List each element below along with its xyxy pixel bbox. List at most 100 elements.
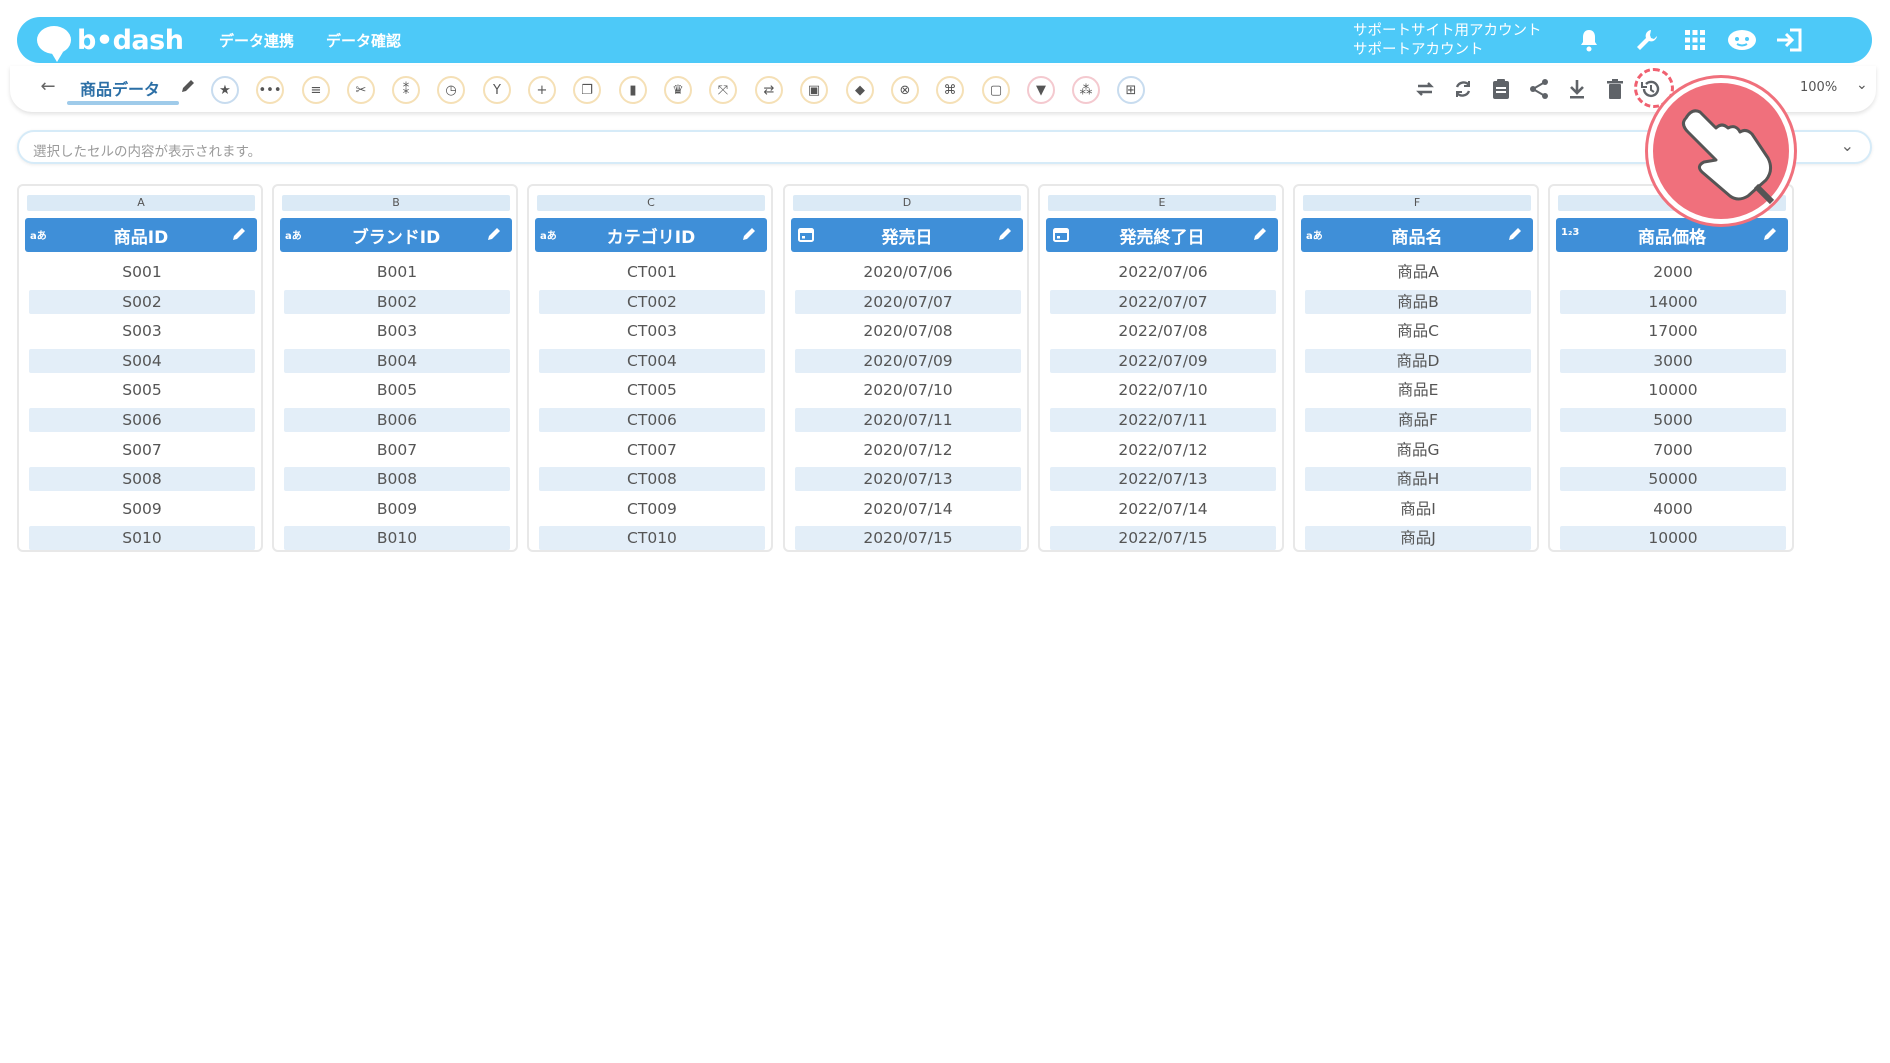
column-header[interactable]: aあ カテゴリID: [535, 218, 767, 252]
table-cell[interactable]: S001: [29, 260, 255, 284]
table-cell[interactable]: S002: [29, 289, 255, 314]
table-cell[interactable]: 2022/07/14: [1050, 497, 1276, 521]
column-letter[interactable]: B: [282, 195, 510, 211]
table-cell[interactable]: B009: [284, 497, 510, 521]
table-cell[interactable]: 2020/07/15: [795, 526, 1021, 551]
pencil-edit-icon[interactable]: [1252, 226, 1270, 244]
sheet-name[interactable]: 商品データ: [80, 76, 160, 100]
arrow-left-icon[interactable]: ←: [37, 76, 59, 98]
bell-icon[interactable]: [1573, 24, 1605, 56]
pencil-edit-icon[interactable]: [231, 226, 249, 244]
table-cell[interactable]: CT008: [539, 467, 765, 492]
pencil-icon[interactable]: [179, 77, 201, 99]
table-cell[interactable]: 2020/07/09: [795, 348, 1021, 373]
repeat-icon[interactable]: [1412, 76, 1438, 102]
table-cell[interactable]: 商品F: [1305, 407, 1531, 432]
table-cell[interactable]: CT010: [539, 526, 765, 551]
column-letter[interactable]: F: [1303, 195, 1531, 211]
table-cell[interactable]: S006: [29, 407, 255, 432]
copy-icon[interactable]: ❐: [573, 76, 601, 104]
column-header[interactable]: 発売終了日: [1046, 218, 1278, 252]
download-icon[interactable]: [1564, 76, 1590, 102]
table-cell[interactable]: S004: [29, 348, 255, 373]
transform-icon[interactable]: ⇄: [755, 76, 783, 104]
lock-icon[interactable]: ▣: [800, 76, 828, 104]
table-cell[interactable]: 10000: [1560, 526, 1786, 551]
table-cell[interactable]: 2022/07/10: [1050, 378, 1276, 402]
table-cell[interactable]: 3000: [1560, 348, 1786, 373]
column-remove-icon[interactable]: ⁑: [392, 76, 420, 104]
table-cell[interactable]: 2022/07/08: [1050, 319, 1276, 343]
logo[interactable]: b•dash: [37, 25, 187, 62]
chevron-down-icon[interactable]: ⌄: [1841, 136, 1854, 155]
column-header[interactable]: aあ ブランドID: [280, 218, 512, 252]
table-cell[interactable]: 10000: [1560, 378, 1786, 402]
table-cell[interactable]: CT001: [539, 260, 765, 284]
timer-icon[interactable]: ◷: [437, 76, 465, 104]
zoom-chevron-down-icon[interactable]: ⌄: [1856, 77, 1868, 93]
column-letter[interactable]: A: [27, 195, 255, 211]
table-cell[interactable]: B008: [284, 467, 510, 492]
frame-icon[interactable]: ▢: [982, 76, 1010, 104]
table-cell[interactable]: 2020/07/06: [795, 260, 1021, 284]
pencil-edit-icon[interactable]: [997, 226, 1015, 244]
table-cell[interactable]: CT003: [539, 319, 765, 343]
pencil-edit-icon[interactable]: [1762, 226, 1780, 244]
zoom-level[interactable]: 100%: [1800, 80, 1837, 95]
table-cell[interactable]: 商品G: [1305, 438, 1531, 462]
table-cell[interactable]: 2020/07/07: [795, 289, 1021, 314]
table-cell[interactable]: B002: [284, 289, 510, 314]
table-cell[interactable]: 2022/07/11: [1050, 407, 1276, 432]
table-cell[interactable]: B004: [284, 348, 510, 373]
table-cell[interactable]: 2020/07/11: [795, 407, 1021, 432]
table-cell[interactable]: 商品B: [1305, 289, 1531, 314]
table-cell[interactable]: 2000: [1560, 260, 1786, 284]
table-cell[interactable]: 2022/07/09: [1050, 348, 1276, 373]
pencil-edit-icon[interactable]: [486, 226, 504, 244]
apps-grid-icon[interactable]: [1679, 24, 1711, 56]
nav-data-check[interactable]: データ確認: [326, 30, 401, 51]
table-cell[interactable]: CT002: [539, 289, 765, 314]
trash-icon[interactable]: ▮: [619, 76, 647, 104]
nav-data-integration[interactable]: データ連携: [219, 30, 294, 51]
table-cell[interactable]: CT009: [539, 497, 765, 521]
table-cell[interactable]: 14000: [1560, 289, 1786, 314]
table-cell[interactable]: CT006: [539, 407, 765, 432]
table-cell[interactable]: 2020/07/08: [795, 319, 1021, 343]
dots-grid-icon[interactable]: ⁂: [1072, 76, 1100, 104]
column-letter[interactable]: E: [1048, 195, 1276, 211]
wrench-icon[interactable]: [1631, 24, 1663, 56]
table-cell[interactable]: 商品J: [1305, 526, 1531, 551]
table-cell[interactable]: 2020/07/14: [795, 497, 1021, 521]
fullscreen-exit-icon[interactable]: ⤧: [709, 76, 737, 104]
more-dots-icon[interactable]: •••: [256, 76, 284, 104]
table-cell[interactable]: 商品H: [1305, 467, 1531, 492]
table-cell[interactable]: 2020/07/12: [795, 438, 1021, 462]
table-cell[interactable]: 2020/07/10: [795, 378, 1021, 402]
table-cell[interactable]: 商品D: [1305, 348, 1531, 373]
formula-bar[interactable]: 選択したセルの内容が表示されます。 ⌄: [17, 130, 1872, 164]
table-cell[interactable]: 17000: [1560, 319, 1786, 343]
plus-icon[interactable]: +: [528, 76, 556, 104]
delete-icon[interactable]: [1602, 76, 1628, 102]
share-icon[interactable]: [1526, 76, 1552, 102]
filter-icon[interactable]: ▼: [1027, 76, 1055, 104]
clipboard-icon[interactable]: [1488, 76, 1514, 102]
cancel-circle-icon[interactable]: ⊗: [891, 76, 919, 104]
table-cell[interactable]: 商品I: [1305, 497, 1531, 521]
sync-icon[interactable]: [1450, 76, 1476, 102]
tools-icon[interactable]: ✂: [347, 76, 375, 104]
column-header[interactable]: 発売日: [791, 218, 1023, 252]
star-icon[interactable]: ★: [211, 76, 239, 104]
column-header[interactable]: aあ 商品名: [1301, 218, 1533, 252]
table-cell[interactable]: 2022/07/13: [1050, 467, 1276, 492]
column-letter[interactable]: C: [537, 195, 765, 211]
crown-icon[interactable]: ♛: [664, 76, 692, 104]
cloud-face-icon[interactable]: [1726, 24, 1758, 56]
table-cell[interactable]: 2022/07/07: [1050, 289, 1276, 314]
table-cell[interactable]: S003: [29, 319, 255, 343]
table-cell[interactable]: 2022/07/06: [1050, 260, 1276, 284]
logout-icon[interactable]: [1773, 24, 1805, 56]
mapping-icon[interactable]: ⌘: [936, 76, 964, 104]
table-cell[interactable]: CT005: [539, 378, 765, 402]
